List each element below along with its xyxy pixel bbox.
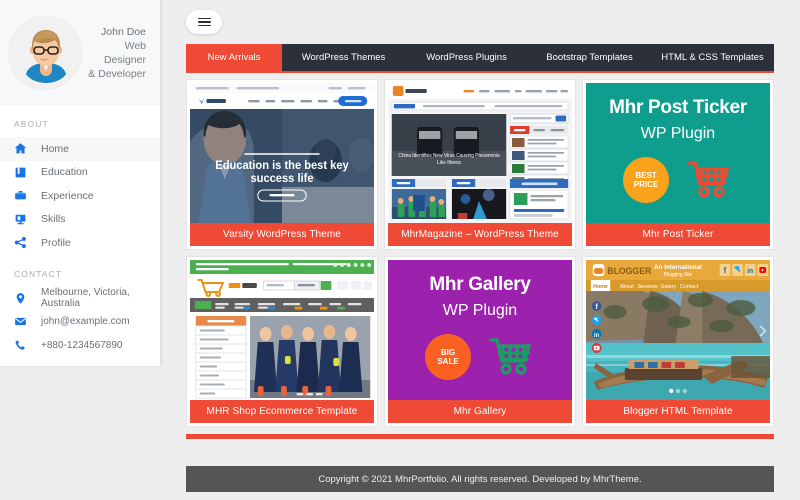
portfolio-thumbnail-varsity: Education is the best key success life [190, 83, 374, 223]
svg-text:An International: An International [654, 264, 702, 271]
phone-icon [14, 339, 27, 352]
svg-text:China Identifies New Virus Cau: China Identifies New Virus Causing Pneum… [398, 153, 500, 159]
portfolio-card[interactable]: MHR Shop Ecommerce Template [186, 256, 378, 427]
badge-line-2: SALE [437, 357, 458, 366]
promo-panel: Mhr Post Ticker WP Plugin BEST PRICE [586, 83, 770, 223]
location-pin-icon [14, 292, 27, 305]
portfolio-thumbnail-blogger: BLOGGER An International Blogging Site f… [586, 260, 770, 400]
promo-row: BEST PRICE [586, 143, 770, 203]
menu-toggle-button[interactable] [186, 10, 222, 34]
book-icon [14, 166, 27, 179]
tab-wordpress-themes[interactable]: WordPress Themes [282, 44, 405, 71]
sidebar-item-label: Education [41, 166, 88, 178]
tab-wordpress-plugins[interactable]: WordPress Plugins [405, 44, 528, 71]
sidebar-item-label: Skills [41, 213, 66, 225]
portfolio-thumbnail-shop [190, 260, 374, 400]
svg-text:BLOGGER: BLOGGER [607, 266, 652, 276]
home-icon [14, 142, 27, 155]
svg-text:Galery: Galery [661, 284, 677, 290]
main-content: New Arrivals WordPress Themes WordPress … [186, 0, 774, 439]
about-heading: ABOUT [0, 105, 160, 137]
shopping-cart-icon [489, 337, 535, 377]
portfolio-caption: MhrMagazine – WordPress Theme [388, 223, 572, 246]
promo-panel: Mhr Gallery WP Plugin BIG SALE [388, 260, 572, 400]
contact-phone: +880-1234567890 [0, 334, 160, 358]
portfolio-card[interactable]: BLOGGER An International Blogging Site f… [582, 256, 774, 427]
portfolio-thumbnail-magazine: China Identifies New Virus Causing Pneum… [388, 83, 572, 223]
promo-title: Mhr Gallery [388, 260, 572, 296]
svg-text:Education is the best key: Education is the best key [215, 160, 349, 172]
sidebar: John Doe Web Designer & Developer ABOUT … [0, 0, 160, 366]
sidebar-item-experience[interactable]: Experience [0, 184, 160, 208]
promo-title: Mhr Post Ticker [586, 83, 770, 119]
profile-role-line2: & Developer [82, 67, 146, 81]
portfolio-thumbnail-gallery: Mhr Gallery WP Plugin BIG SALE [388, 260, 572, 400]
portfolio-card[interactable]: Mhr Gallery WP Plugin BIG SALE [384, 256, 576, 427]
envelope-icon [14, 315, 27, 328]
portfolio-caption: Mhr Post Ticker [586, 223, 770, 246]
sale-badge: BIG SALE [425, 334, 471, 380]
portfolio-caption: Blogger HTML Template [586, 400, 770, 423]
svg-text:Blogging Site: Blogging Site [664, 272, 693, 278]
portfolio-caption: Varsity WordPress Theme [190, 223, 374, 246]
contact-label: Melbourne, Victoria, Australia [41, 287, 160, 309]
contact-heading: CONTACT [0, 255, 160, 287]
portfolio-thumbnail-post-ticker: Mhr Post Ticker WP Plugin BEST PRICE [586, 83, 770, 223]
badge-line-2: PRICE [634, 180, 658, 189]
svg-text:in: in [747, 268, 753, 275]
profile-text: John Doe Web Designer & Developer [82, 25, 150, 81]
svg-text:About: About [620, 284, 634, 290]
svg-text:Services: Services [637, 284, 658, 290]
top-bar [186, 0, 774, 44]
svg-text:success life: success life [250, 173, 313, 185]
user-avatar-icon [9, 17, 82, 90]
section-divider [186, 434, 774, 439]
sidebar-item-label: Experience [41, 190, 94, 202]
portfolio-caption: Mhr Gallery [388, 400, 572, 423]
monitor-icon [14, 213, 27, 226]
contact-label: john@example.com [41, 316, 130, 327]
portfolio-card[interactable]: Education is the best key success life V… [186, 79, 378, 250]
sidebar-item-education[interactable]: Education [0, 161, 160, 185]
svg-text:Contact: Contact [680, 284, 699, 290]
profile-block: John Doe Web Designer & Developer [0, 0, 160, 105]
profile-role-line1: Web Designer [82, 39, 146, 67]
sidebar-item-skills[interactable]: Skills [0, 208, 160, 232]
avatar [8, 16, 82, 90]
sidebar-item-profile[interactable]: Profile [0, 231, 160, 255]
app-root: John Doe Web Designer & Developer ABOUT … [0, 0, 800, 500]
profile-name: John Doe [82, 25, 146, 39]
contact-email: john@example.com [0, 310, 160, 334]
svg-text:Like Illness: Like Illness [437, 160, 461, 166]
copyright-text: Copyright © 2021 MhrPortfolio. All right… [318, 474, 641, 485]
portfolio-grid: Education is the best key success life V… [186, 73, 774, 427]
badge-line-1: BEST [635, 171, 656, 180]
promo-row: BIG SALE [388, 320, 572, 380]
share-icon [14, 236, 27, 249]
briefcase-icon [14, 189, 27, 202]
category-tabs: New Arrivals WordPress Themes WordPress … [186, 44, 774, 73]
portfolio-card[interactable]: Mhr Post Ticker WP Plugin BEST PRICE [582, 79, 774, 250]
svg-text:f: f [724, 266, 727, 275]
svg-text:in: in [594, 333, 600, 339]
portfolio-card[interactable]: China Identifies New Virus Causing Pneum… [384, 79, 576, 250]
tab-new-arrivals[interactable]: New Arrivals [186, 44, 282, 71]
sidebar-item-label: Home [41, 143, 69, 155]
badge-line-1: BIG [441, 348, 455, 357]
promo-subtitle: WP Plugin [388, 296, 572, 320]
sidebar-item-home[interactable]: Home [0, 137, 160, 161]
price-badge: BEST PRICE [623, 157, 669, 203]
tab-html-css-templates[interactable]: HTML & CSS Templates [651, 44, 774, 71]
sidebar-item-label: Profile [41, 237, 71, 249]
contact-location: Melbourne, Victoria, Australia [0, 287, 160, 311]
promo-subtitle: WP Plugin [586, 119, 770, 143]
tab-bootstrap-templates[interactable]: Bootstrap Templates [528, 44, 651, 71]
hamburger-icon [198, 16, 211, 29]
shopping-cart-icon [687, 160, 733, 200]
svg-text:Home: Home [593, 284, 608, 290]
portfolio-caption: MHR Shop Ecommerce Template [190, 400, 374, 423]
footer: Copyright © 2021 MhrPortfolio. All right… [186, 466, 774, 492]
contact-label: +880-1234567890 [41, 340, 122, 351]
